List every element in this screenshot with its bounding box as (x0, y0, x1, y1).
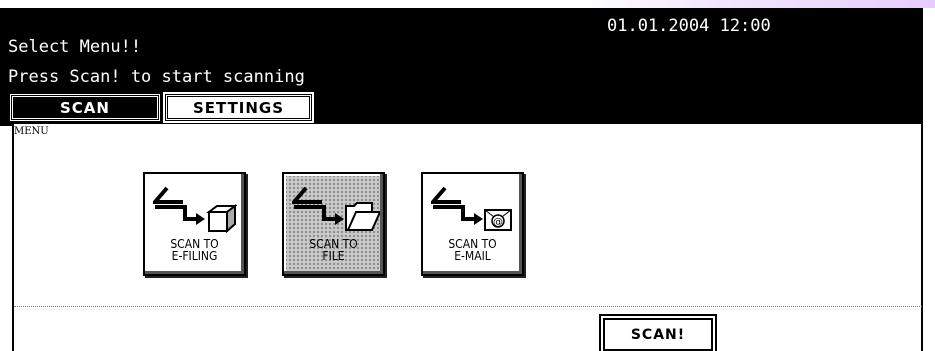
datetime-display: 01.01.2004 12:00 (607, 16, 771, 36)
scanner-to-box-icon (153, 186, 237, 234)
status-message-line2: Press Scan! to start scanning (8, 67, 305, 87)
scanner-to-folder-icon (292, 186, 380, 231)
scan-to-email-button[interactable]: @ SCAN TO E-MAIL (421, 172, 524, 276)
tab-scan[interactable]: SCAN (10, 94, 160, 121)
menu-label: MENU (14, 126, 49, 137)
scan-to-file-button[interactable]: SCAN TO FILE (282, 172, 385, 276)
tile-label: SCAN TO E-FILING (170, 237, 219, 263)
scan-screen: 01.01.2004 12:00 Select Menu!! Press Sca… (0, 0, 935, 351)
tile-label: SCAN TO E-MAIL (448, 237, 497, 263)
svg-text:@: @ (493, 217, 503, 228)
header-accent-strip (580, 0, 935, 8)
panel-divider (14, 306, 922, 307)
status-message-line1: Select Menu!! (8, 37, 142, 57)
scan-to-efiling-button[interactable]: SCAN TO E-FILING (143, 172, 246, 276)
scanner-to-email-icon: @ (431, 186, 512, 231)
scan-start-button[interactable]: SCAN! (601, 316, 715, 351)
tab-settings[interactable]: SETTINGS (163, 92, 314, 123)
tile-label: SCAN TO FILE (309, 237, 358, 263)
